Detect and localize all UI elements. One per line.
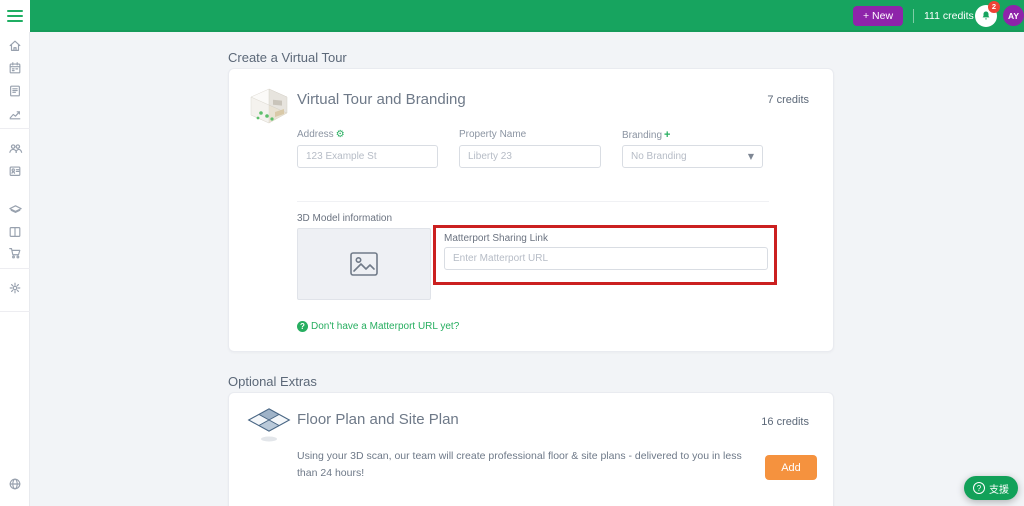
extras-section-title: Optional Extras <box>228 374 317 389</box>
card-divider <box>297 201 769 202</box>
property-name-input[interactable] <box>459 145 601 168</box>
model-info-label: 3D Model information <box>297 213 393 224</box>
document-icon[interactable] <box>7 83 23 99</box>
card-credits: 16 credits <box>761 416 809 428</box>
virtual-tour-card: Virtual Tour and Branding 7 credits Addr… <box>228 68 834 352</box>
chevron-down-icon: ▼ <box>747 152 754 161</box>
home-icon[interactable] <box>7 38 23 54</box>
sidebar-divider <box>0 268 30 269</box>
branding-selected-value: No Branding <box>631 151 687 162</box>
gear-icon[interactable] <box>7 280 23 296</box>
people-icon[interactable] <box>7 140 23 156</box>
hamburger-menu-icon[interactable] <box>0 0 30 32</box>
virtual-tour-illustration-icon <box>247 85 291 132</box>
sidebar-divider <box>0 311 30 312</box>
matterport-url-input[interactable] <box>444 247 768 270</box>
support-label: 支援 <box>989 484 1009 496</box>
support-button[interactable]: ? 支援 <box>964 476 1018 500</box>
card-credits: 7 credits <box>767 94 809 106</box>
address-settings-gear-icon[interactable]: ⚙ <box>336 129 345 140</box>
top-navbar: + New 111 credits 2 AY <box>30 0 1024 32</box>
add-branding-plus-icon[interactable]: + <box>664 129 670 141</box>
card-title: Floor Plan and Site Plan <box>297 411 459 428</box>
panels-icon[interactable] <box>7 224 23 240</box>
topbar-divider <box>913 9 914 23</box>
calendar-icon[interactable] <box>7 60 23 76</box>
floor-plan-illustration-icon <box>245 401 293 452</box>
branding-label: Branding + <box>622 129 671 141</box>
matterport-help-link[interactable]: ? Don't have a Matterport URL yet? <box>297 321 459 332</box>
matterport-link-label: Matterport Sharing Link <box>444 233 548 244</box>
new-button[interactable]: + New <box>853 6 903 26</box>
chart-icon[interactable] <box>7 106 23 122</box>
matterport-highlight-box: Matterport Sharing Link <box>433 225 777 285</box>
card-title: Virtual Tour and Branding <box>297 91 466 108</box>
question-circle-icon: ? <box>973 482 985 494</box>
address-label: Address ⚙ <box>297 129 345 140</box>
cart-icon[interactable] <box>7 245 23 261</box>
help-link-text: Don't have a Matterport URL yet? <box>311 321 460 332</box>
credits-balance: 111 credits <box>924 10 974 22</box>
globe-icon[interactable] <box>7 476 23 492</box>
address-input[interactable] <box>297 145 438 168</box>
image-placeholder-icon <box>350 252 378 276</box>
notification-badge: 2 <box>988 1 1000 13</box>
page-title: Create a Virtual Tour <box>228 50 347 65</box>
add-floor-plan-button[interactable]: Add <box>765 455 817 480</box>
question-circle-icon: ? <box>297 321 308 332</box>
id-card-icon[interactable] <box>7 163 23 179</box>
property-name-label: Property Name <box>459 129 527 140</box>
branding-select[interactable]: No Branding ▼ <box>622 145 763 168</box>
model-thumbnail-placeholder[interactable] <box>297 228 431 300</box>
sidebar-divider <box>0 128 30 129</box>
sidebar-nav <box>0 32 30 506</box>
avatar[interactable]: AY <box>1003 5 1024 26</box>
floor-plan-description: Using your 3D scan, our team will create… <box>297 450 742 479</box>
floor-plan-card: Floor Plan and Site Plan 16 credits Usin… <box>228 392 834 506</box>
notifications-bell-icon[interactable]: 2 <box>975 1 1000 27</box>
layers-icon[interactable] <box>7 202 23 218</box>
